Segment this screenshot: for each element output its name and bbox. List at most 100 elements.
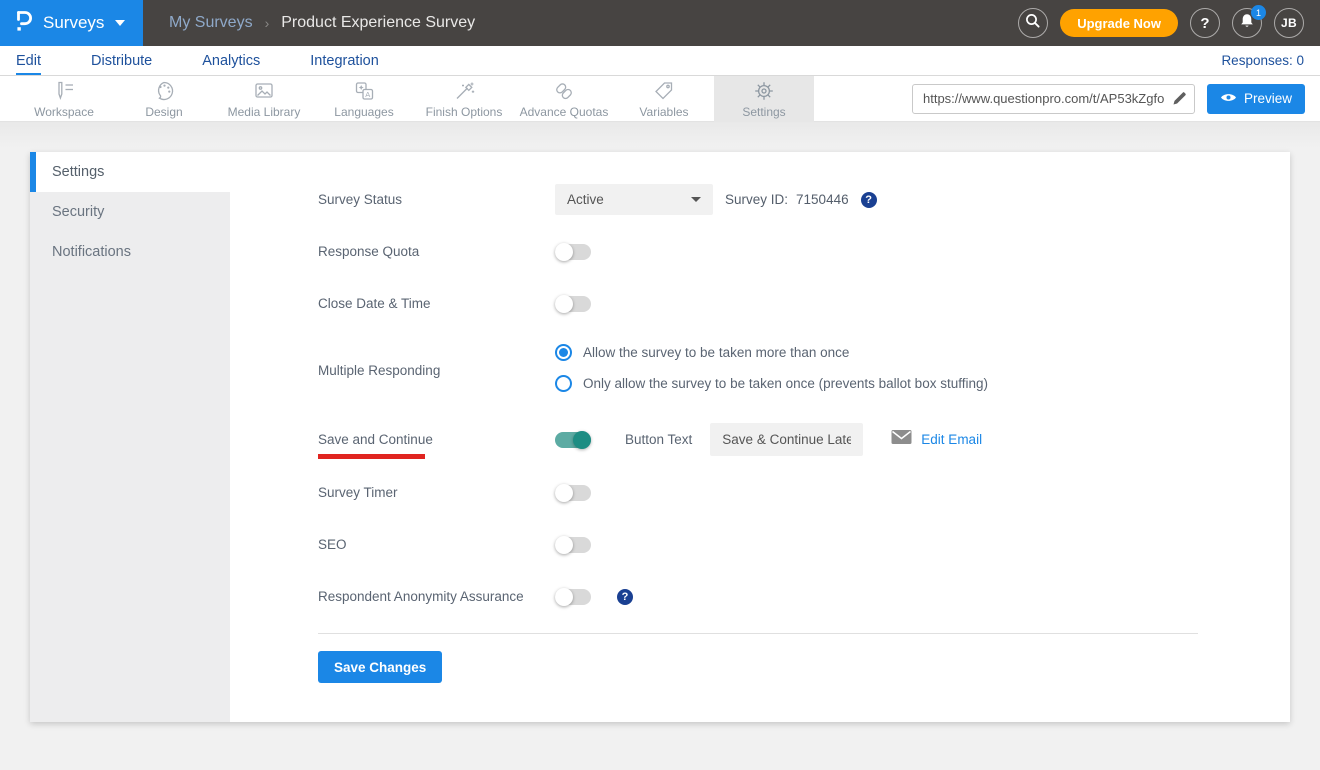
form-divider [318, 633, 1198, 634]
notification-count-badge: 1 [1251, 5, 1266, 20]
multiple-responding-options: Allow the survey to be taken more than o… [555, 340, 988, 396]
save-and-continue-row: Save and Continue Button Text Edit Email [318, 423, 1290, 456]
survey-timer-label: Survey Timer [318, 485, 555, 500]
responses-count: Responses: 0 [1221, 53, 1304, 75]
product-switcher[interactable]: Surveys [0, 0, 143, 46]
response-quota-label: Response Quota [318, 244, 555, 259]
sidebar-item-security[interactable]: Security [30, 192, 230, 232]
media-library-icon [251, 78, 277, 104]
survey-id-group: Survey ID: 7150446 ? [725, 192, 877, 208]
survey-timer-toggle[interactable] [555, 485, 591, 501]
close-date-row: Close Date & Time [318, 288, 1290, 319]
envelope-icon [891, 429, 912, 450]
design-icon [151, 78, 177, 104]
toolbar-label: Languages [334, 105, 393, 119]
advance-quotas-icon [551, 78, 577, 104]
sidebar-item-settings[interactable]: Settings [30, 152, 230, 192]
toolbar-item-workspace[interactable]: Workspace [14, 76, 114, 122]
respondent-anonymity-help-icon[interactable]: ? [617, 589, 633, 605]
settings-card: Settings Security Notifications Survey S… [30, 152, 1290, 722]
radio-selected-icon[interactable] [555, 344, 572, 361]
toolbar-label: Settings [742, 105, 785, 119]
radio-option-once[interactable]: Only allow the survey to be taken once (… [555, 375, 988, 392]
variables-icon [651, 78, 677, 104]
toggle-knob [573, 431, 591, 449]
toolbar-label: Advance Quotas [520, 105, 609, 119]
preview-label: Preview [1244, 91, 1292, 106]
survey-status-row: Survey Status Active Survey ID: 7150446 … [318, 184, 1290, 215]
close-date-toggle[interactable] [555, 296, 591, 312]
response-quota-row: Response Quota [318, 236, 1290, 267]
radio-option-multiple[interactable]: Allow the survey to be taken more than o… [555, 344, 988, 361]
user-avatar[interactable]: JB [1274, 8, 1304, 38]
edit-email-group: Edit Email [891, 429, 982, 450]
seo-row: SEO [318, 529, 1290, 560]
multiple-responding-row: Multiple Responding Allow the survey to … [318, 340, 1290, 396]
toggle-knob [555, 484, 573, 502]
breadcrumb-current-survey: Product Experience Survey [281, 14, 475, 32]
button-text-label: Button Text [625, 432, 692, 447]
close-date-label: Close Date & Time [318, 296, 555, 311]
toolbar-item-media-library[interactable]: Media Library [214, 76, 314, 122]
toolbar-item-variables[interactable]: Variables [614, 76, 714, 122]
save-changes-button[interactable]: Save Changes [318, 651, 442, 683]
save-and-continue-toggle[interactable] [555, 432, 591, 448]
chevron-down-icon [115, 20, 125, 26]
upgrade-now-button[interactable]: Upgrade Now [1060, 9, 1178, 37]
save-and-continue-label-cell: Save and Continue [318, 432, 555, 447]
toolbar-item-settings[interactable]: Settings [714, 76, 814, 122]
toolbar-label: Finish Options [426, 105, 503, 119]
finish-options-icon [451, 78, 477, 104]
workspace-icon [51, 78, 77, 104]
product-name: Surveys [43, 13, 104, 33]
questionpro-logo-icon [14, 8, 34, 39]
svg-text:A: A [365, 90, 370, 99]
toolbar-item-design[interactable]: Design [114, 76, 214, 122]
notifications-button[interactable]: 1 [1232, 8, 1262, 38]
search-button[interactable] [1018, 8, 1048, 38]
preview-button[interactable]: Preview [1207, 84, 1305, 114]
settings-sidebar: Settings Security Notifications [30, 152, 230, 722]
toggle-knob [555, 536, 573, 554]
settings-icon [751, 78, 777, 104]
seo-toggle[interactable] [555, 537, 591, 553]
toolbar-label: Media Library [228, 105, 301, 119]
survey-status-value: Active [567, 192, 604, 207]
breadcrumb-my-surveys[interactable]: My Surveys [169, 14, 253, 32]
edit-email-link[interactable]: Edit Email [921, 432, 982, 447]
chevron-down-icon [691, 197, 701, 202]
survey-id-help-icon[interactable]: ? [861, 192, 877, 208]
response-quota-toggle[interactable] [555, 244, 591, 260]
toggle-knob [555, 243, 573, 261]
edit-toolbar: Workspace Design Media Library [0, 76, 1320, 122]
tab-analytics[interactable]: Analytics [202, 53, 260, 75]
toolbar-label: Variables [639, 105, 688, 119]
header-actions: Upgrade Now ? 1 JB [1018, 8, 1320, 38]
survey-id-label: Survey ID: [725, 192, 788, 207]
survey-url-container [912, 84, 1195, 114]
toolbar-item-finish-options[interactable]: Finish Options [414, 76, 514, 122]
tab-distribute[interactable]: Distribute [91, 53, 152, 75]
survey-status-select[interactable]: Active [555, 184, 713, 215]
tab-edit[interactable]: Edit [16, 53, 41, 75]
button-text-input[interactable] [710, 423, 863, 456]
respondent-anonymity-row: Respondent Anonymity Assurance ? [318, 581, 1290, 612]
sidebar-item-notifications[interactable]: Notifications [30, 232, 230, 272]
toolbar-item-languages[interactable]: A Languages [314, 76, 414, 122]
toolbar-item-advance-quotas[interactable]: Advance Quotas [514, 76, 614, 122]
radio-unselected-icon[interactable] [555, 375, 572, 392]
edit-url-pencil-icon[interactable] [1172, 91, 1187, 111]
radio-option-label: Only allow the survey to be taken once (… [583, 376, 988, 391]
languages-icon: A [351, 78, 377, 104]
survey-nav-tabs: Edit Distribute Analytics Integration Re… [0, 46, 1320, 76]
respondent-anonymity-toggle[interactable] [555, 589, 591, 605]
tab-integration[interactable]: Integration [310, 53, 379, 75]
content-area: Settings Security Notifications Survey S… [0, 122, 1320, 770]
respondent-anonymity-label: Respondent Anonymity Assurance [318, 589, 555, 604]
help-button[interactable]: ? [1190, 8, 1220, 38]
toolbar-label: Design [145, 105, 182, 119]
radio-option-label: Allow the survey to be taken more than o… [583, 345, 849, 360]
survey-status-label: Survey Status [318, 192, 555, 207]
survey-url-input[interactable] [912, 84, 1195, 114]
multiple-responding-label: Multiple Responding [318, 358, 555, 378]
